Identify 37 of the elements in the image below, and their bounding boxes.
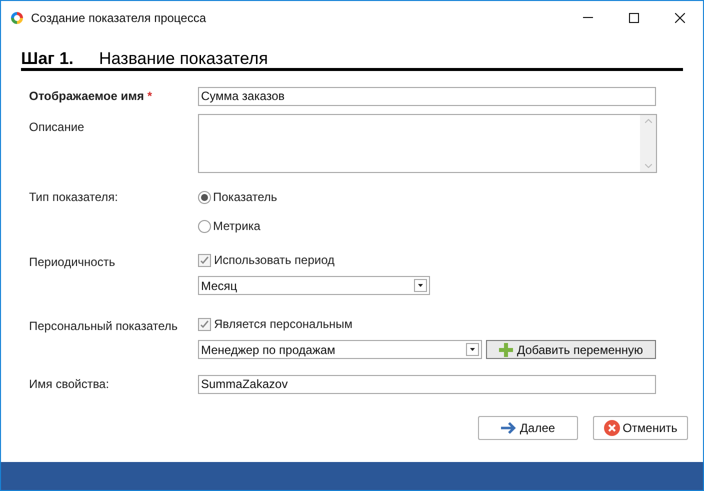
minimize-icon — [583, 17, 593, 18]
scrollbar[interactable] — [640, 115, 656, 172]
input-field[interactable]: Сумма заказов — [198, 86, 656, 106]
step-number: Шаг 1. — [21, 50, 75, 67]
checkbox-label: Использовать период — [214, 252, 335, 269]
caret-icon — [466, 343, 479, 356]
field-label: Имя свойства: — [29, 377, 110, 391]
add-variable-button[interactable]: Добавить переменную — [486, 340, 656, 359]
cancel-icon — [604, 420, 620, 436]
caret-icon — [414, 279, 427, 292]
radio-button[interactable] — [198, 190, 211, 204]
input-field[interactable]: SummaZakazov — [198, 374, 656, 394]
field-label: Периодичность — [29, 255, 116, 269]
checkbox[interactable] — [198, 254, 211, 266]
app-logo-icon — [10, 10, 24, 24]
dropdown[interactable]: Месяц — [198, 276, 430, 295]
text-area[interactable] — [198, 114, 657, 173]
radio-button[interactable] — [198, 220, 211, 232]
next-button[interactable]: Далее — [478, 416, 578, 440]
radio-label: Метрика — [213, 218, 260, 235]
cancel-button[interactable]: Отменить — [593, 416, 688, 440]
chevron-up-icon[interactable] — [644, 119, 652, 123]
field-label: Описание — [29, 119, 86, 136]
arrow-right-icon — [500, 422, 517, 434]
plus-icon — [498, 342, 513, 356]
radio-label: Показатель — [213, 189, 278, 206]
checkbox[interactable] — [198, 318, 211, 330]
field-label: Тип показателя: — [29, 189, 119, 206]
window-title: Создание показателя процесса — [31, 10, 206, 26]
dropdown[interactable]: Менеджер по продажам — [198, 340, 482, 359]
checkbox-label: Является персональным — [214, 316, 352, 333]
chevron-down-icon[interactable] — [644, 164, 652, 168]
field-label: Отображаемое имя * — [29, 89, 152, 103]
maximize-icon — [629, 12, 639, 22]
field-label: Персональный показатель — [29, 319, 178, 333]
close-icon — [675, 12, 685, 22]
step-title: Название показателя — [99, 50, 268, 67]
